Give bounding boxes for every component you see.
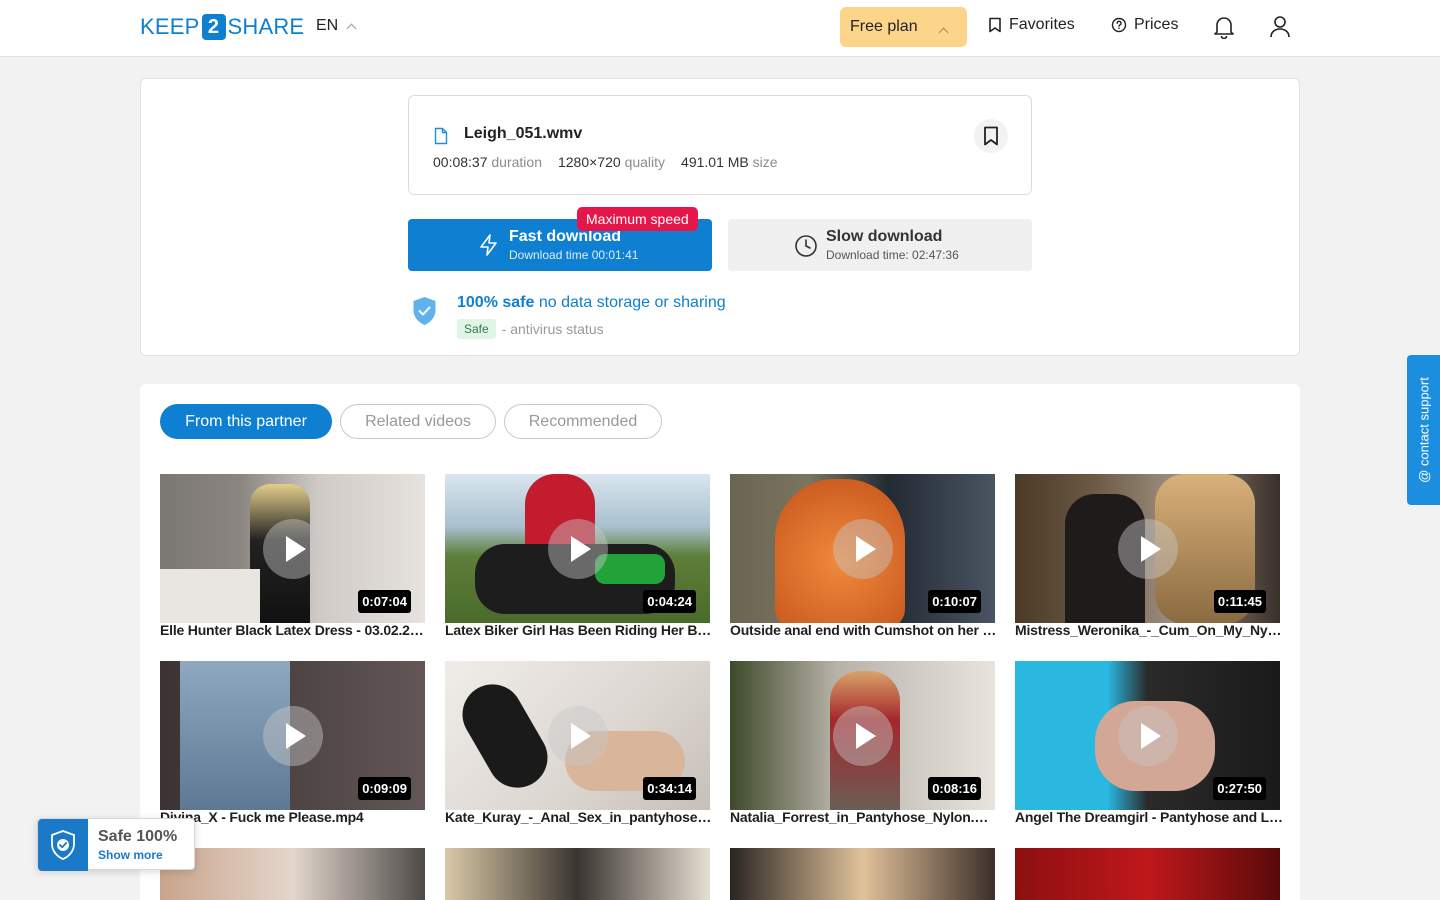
quality-label: quality <box>624 154 666 170</box>
antivirus-text: - antivirus status <box>501 321 604 337</box>
play-icon <box>263 519 323 579</box>
video-thumbnail[interactable] <box>1015 848 1280 900</box>
video-title[interactable]: Angel The Dreamgirl - Pantyhose and Leat… <box>1015 809 1283 825</box>
tab-related-videos[interactable]: Related videos <box>340 404 496 439</box>
video-thumbnail[interactable]: 0:11:45 <box>1015 474 1280 623</box>
video-duration: 0:34:14 <box>643 777 696 800</box>
account-button[interactable] <box>1269 15 1291 44</box>
bookmark-icon <box>984 126 998 146</box>
play-icon <box>1118 706 1178 766</box>
help-circle-icon <box>1111 17 1127 33</box>
favorites-label: Favorites <box>1009 16 1075 33</box>
size-label: size <box>752 154 778 170</box>
safety-statement: 100% safe no data storage or sharing <box>457 294 726 312</box>
video-duration: 0:07:04 <box>358 590 411 613</box>
chevron-up-icon <box>346 23 357 33</box>
video-title[interactable]: Mistress_Weronika_-_Cum_On_My_Nylons.mp4 <box>1015 622 1283 638</box>
video-thumbnail[interactable] <box>445 848 710 900</box>
play-icon <box>548 706 608 766</box>
slow-download-label: Slow download <box>826 228 943 245</box>
video-duration: 0:08:16 <box>928 777 981 800</box>
video-duration: 0:11:45 <box>1213 590 1266 613</box>
duration-value: 00:08:37 <box>433 154 488 170</box>
video-thumbnail[interactable] <box>160 848 425 900</box>
language-selector[interactable]: EN <box>316 17 357 35</box>
safety-rest: no data storage or sharing <box>538 294 726 311</box>
video-thumbnail[interactable] <box>730 848 995 900</box>
video-title[interactable]: Natalia_Forrest_in_Pantyhose_Nylon.mp4 <box>730 809 998 825</box>
safety-strong: 100% safe <box>457 294 535 311</box>
shield-check-icon <box>412 296 437 331</box>
play-icon <box>263 706 323 766</box>
antivirus-badge: Safe <box>457 319 496 339</box>
quality-value: 1280×720 <box>557 154 621 170</box>
video-thumbnail[interactable]: 0:04:24 <box>445 474 710 623</box>
video-thumbnail[interactable]: 0:10:07 <box>730 474 995 623</box>
video-title[interactable]: Kate_Kuray_-_Anal_Sex_in_pantyhose.mp4 <box>445 809 713 825</box>
size-meta: 491.01 MB size <box>681 154 778 170</box>
video-title[interactable]: Elle Hunter Black Latex Dress - 03.02.20… <box>160 622 428 638</box>
clock-icon <box>795 235 817 257</box>
video-duration: 0:09:09 <box>358 777 411 800</box>
size-value: 491.01 MB <box>681 154 749 170</box>
file-meta: 00:08:37 duration 1280×720 quality 491.0… <box>433 154 778 170</box>
plan-button[interactable]: Free plan <box>840 7 967 47</box>
play-icon <box>1118 519 1178 579</box>
lightning-icon <box>480 234 497 256</box>
prices-label: Prices <box>1134 16 1179 33</box>
notifications-button[interactable] <box>1213 15 1235 44</box>
contact-support-button[interactable]: @ contact support <box>1407 355 1440 505</box>
max-speed-badge: Maximum speed <box>577 207 698 231</box>
favorites-link[interactable]: Favorites <box>988 16 1075 34</box>
play-icon <box>548 519 608 579</box>
logo[interactable]: KEEP 2 SHARE <box>140 14 304 40</box>
video-thumbnail[interactable]: 0:09:09 <box>160 661 425 810</box>
show-more-link[interactable]: Show more <box>98 848 163 862</box>
video-title[interactable]: Divina_X - Fuck me Please.mp4 <box>160 809 428 825</box>
add-favorite-button[interactable] <box>974 119 1008 153</box>
video-title[interactable]: Outside anal end with Cumshot on her ass… <box>730 622 998 638</box>
file-name: Leigh_051.wmv <box>464 125 583 142</box>
video-thumbnail[interactable]: 0:07:04 <box>160 474 425 623</box>
antivirus-status: Safe - antivirus status <box>457 319 604 339</box>
file-icon <box>434 127 448 150</box>
contact-support-label: @ contact support <box>1416 377 1431 483</box>
top-header: KEEP 2 SHARE EN Free plan Favorites Pric… <box>0 0 1440 57</box>
video-duration: 0:04:24 <box>643 590 696 613</box>
chevron-up-icon <box>938 27 949 38</box>
safe-widget-title: Safe 100% <box>98 828 178 845</box>
prices-link[interactable]: Prices <box>1111 16 1178 34</box>
fast-download-time: Download time 00:01:41 <box>509 248 639 262</box>
slow-download-button[interactable]: Slow download Download time: 02:47:36 <box>728 219 1032 271</box>
video-thumbnail[interactable]: 0:08:16 <box>730 661 995 810</box>
video-thumbnail[interactable]: 0:34:14 <box>445 661 710 810</box>
video-duration: 0:10:07 <box>928 590 981 613</box>
quality-meta: 1280×720 quality <box>558 154 665 170</box>
bell-icon <box>1214 17 1234 40</box>
file-info-box <box>408 95 1032 195</box>
video-thumbnail[interactable]: 0:27:50 <box>1015 661 1280 810</box>
logo-text-left: KEEP <box>140 14 200 39</box>
video-title[interactable]: Latex Biker Girl Has Been Riding Her Bik… <box>445 622 713 638</box>
plan-label: Free plan <box>850 18 918 35</box>
logo-text-right: SHARE <box>227 14 305 39</box>
user-icon <box>1270 16 1290 38</box>
safe-widget[interactable]: Safe 100% Show more <box>37 818 195 871</box>
play-icon <box>833 519 893 579</box>
logo-number: 2 <box>201 14 226 40</box>
slow-download-time: Download time: 02:47:36 <box>826 248 959 262</box>
video-duration: 0:27:50 <box>1213 777 1266 800</box>
tab-from-partner[interactable]: From this partner <box>160 404 332 439</box>
shield-check-icon <box>38 819 88 871</box>
language-label: EN <box>316 17 339 34</box>
tab-recommended[interactable]: Recommended <box>504 404 662 439</box>
duration-label: duration <box>491 154 542 170</box>
play-icon <box>833 706 893 766</box>
bookmark-icon <box>989 17 1001 33</box>
duration-meta: 00:08:37 duration <box>433 154 542 170</box>
